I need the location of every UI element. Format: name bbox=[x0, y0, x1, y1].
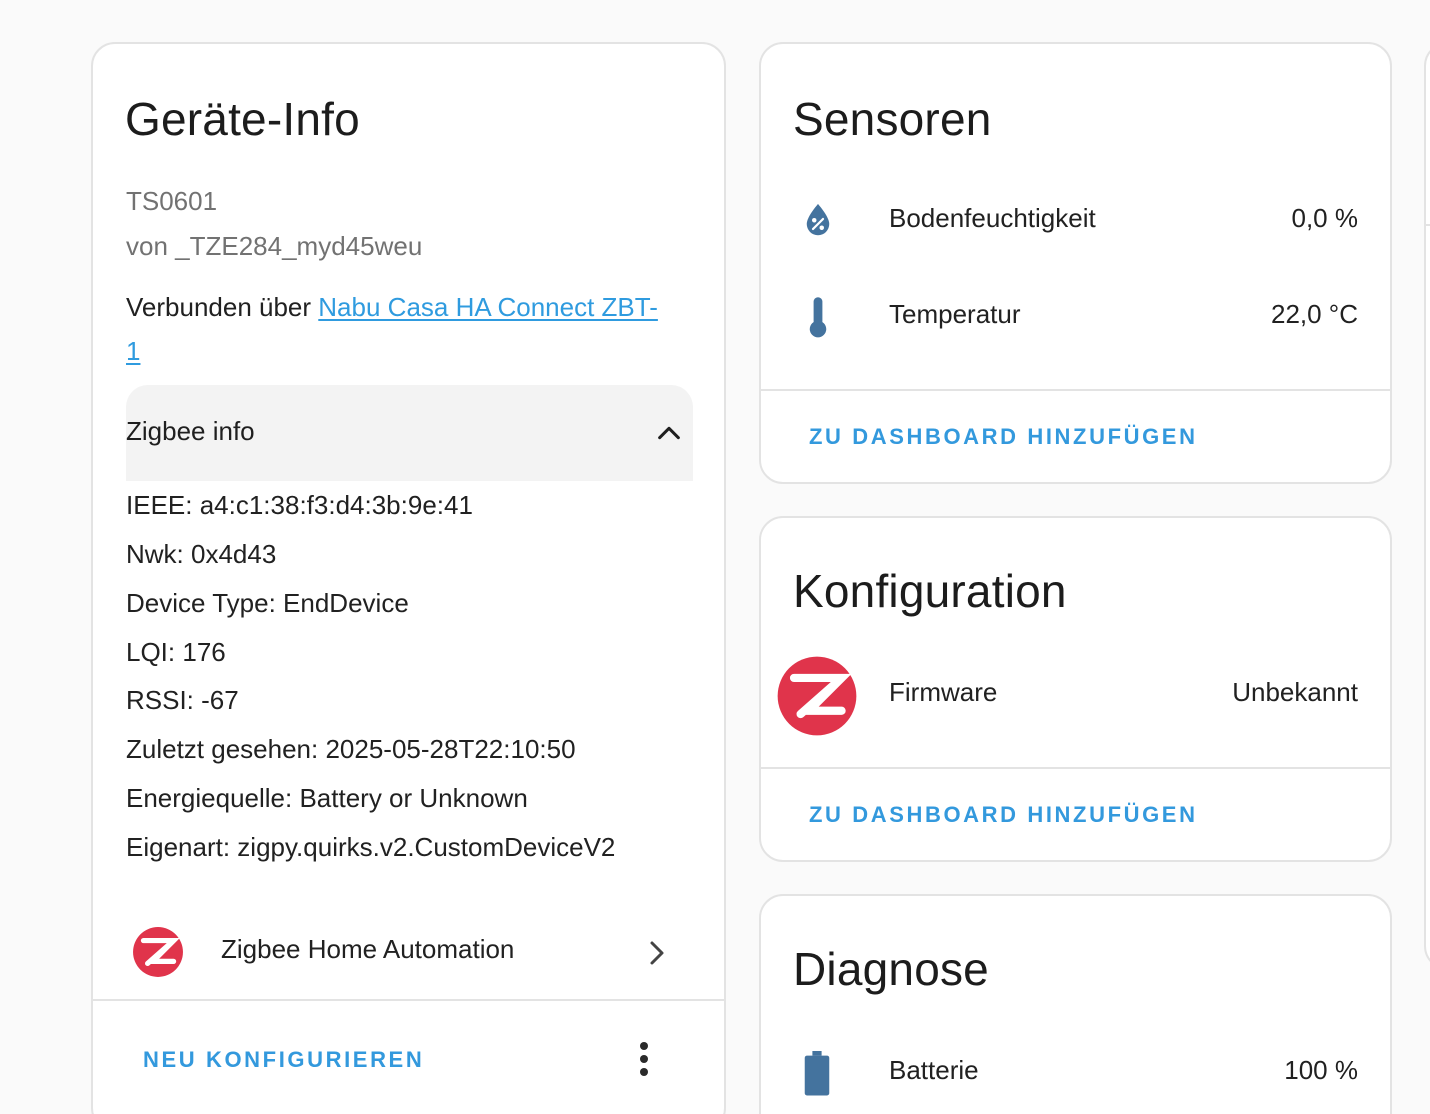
connected-via: Verbunden über Nabu Casa HA Connect ZBT- bbox=[126, 292, 658, 323]
sensors-title: Sensoren bbox=[793, 93, 992, 145]
diag-row-battery[interactable]: Batterie 100 % bbox=[761, 1033, 1390, 1113]
configuration-card: Konfiguration Firmware Unbekannt ZU DASH… bbox=[759, 516, 1392, 862]
config-name: Firmware bbox=[889, 677, 998, 707]
sensor-name: Bodenfeuchtigkeit bbox=[889, 203, 1096, 233]
device-info-card: Geräte-Info TS0601 von _TZE284_myd45weu … bbox=[91, 42, 726, 1114]
sensor-row-temperature[interactable]: Temperatur 22,0 °C bbox=[761, 277, 1390, 357]
diagnostics-card: Diagnose Batterie 100 % bbox=[759, 894, 1392, 1114]
zigbee-info-expander[interactable]: Zigbee info bbox=[126, 385, 693, 481]
config-value: Unbekannt bbox=[1232, 677, 1358, 707]
configuration-add-to-dashboard-button[interactable]: ZU DASHBOARD HINZUFÜGEN bbox=[809, 802, 1198, 828]
water-percent-icon bbox=[806, 204, 830, 236]
battery-icon bbox=[804, 1051, 830, 1096]
zigbee-last-seen: Zuletzt gesehen: 2025-05-28T22:10:50 bbox=[126, 734, 576, 764]
reconfigure-button[interactable]: NEU KONFIGURIEREN bbox=[143, 1047, 424, 1073]
zigbee-device-type: Device Type: EndDevice bbox=[126, 588, 409, 618]
integration-label: Zigbee Home Automation bbox=[221, 934, 515, 964]
zigbee-ieee: IEEE: a4:c1:38:f3:d4:3b:9e:41 bbox=[126, 490, 473, 520]
diagnostics-title: Diagnose bbox=[793, 943, 989, 995]
sensors-card: Sensoren Bodenfeuchtigkeit 0,0 % Tempera… bbox=[759, 42, 1392, 484]
device-model: TS0601 bbox=[126, 186, 218, 216]
zigbee-quirk: Eigenart: zigpy.quirks.v2.CustomDeviceV2 bbox=[126, 832, 616, 862]
zigbee-lqi: LQI: 176 bbox=[126, 637, 226, 667]
sensor-name: Temperatur bbox=[889, 299, 1021, 329]
configuration-title: Konfiguration bbox=[793, 565, 1067, 617]
device-card-divider bbox=[93, 999, 724, 1001]
configuration-card-divider bbox=[761, 767, 1390, 769]
diag-value: 100 % bbox=[1284, 1055, 1358, 1085]
connected-via-label: Verbunden über bbox=[126, 292, 319, 322]
more-options-icon[interactable] bbox=[634, 1039, 654, 1083]
sensors-add-to-dashboard-button[interactable]: ZU DASHBOARD HINZUFÜGEN bbox=[809, 424, 1198, 450]
zigbee-power-source: Energiequelle: Battery or Unknown bbox=[126, 783, 528, 813]
device-info-title: Geräte-Info bbox=[125, 93, 360, 145]
offscreen-card-edge bbox=[1424, 42, 1430, 970]
device-page: Geräte-Info TS0601 von _TZE284_myd45weu … bbox=[0, 0, 1430, 1114]
config-row-firmware[interactable]: Firmware Unbekannt bbox=[761, 655, 1390, 736]
thermometer-icon bbox=[809, 297, 827, 338]
zigbee-info-header: Zigbee info bbox=[126, 416, 255, 446]
integration-row[interactable]: Zigbee Home Automation bbox=[93, 916, 724, 996]
zigbee-logo-icon bbox=[133, 927, 183, 977]
connected-via-link[interactable]: Nabu Casa HA Connect ZBT- bbox=[318, 292, 658, 322]
connected-via-link-continued[interactable]: 1 bbox=[126, 336, 140, 367]
zigbee-nwk: Nwk: 0x4d43 bbox=[126, 539, 277, 569]
sensors-card-divider bbox=[761, 389, 1390, 391]
chevron-right-icon bbox=[650, 941, 664, 965]
chevron-up-icon bbox=[658, 426, 680, 440]
sensor-row-moisture[interactable]: Bodenfeuchtigkeit 0,0 % bbox=[761, 181, 1390, 261]
zigbee-rssi: RSSI: -67 bbox=[126, 685, 239, 715]
diag-name: Batterie bbox=[889, 1055, 979, 1085]
zigbee-logo-icon bbox=[777, 656, 857, 736]
offscreen-card-divider bbox=[1426, 224, 1430, 226]
sensor-value: 22,0 °C bbox=[1270, 299, 1358, 329]
device-manufacturer: von _TZE284_myd45weu bbox=[126, 231, 423, 261]
sensor-value: 0,0 % bbox=[1291, 203, 1359, 233]
